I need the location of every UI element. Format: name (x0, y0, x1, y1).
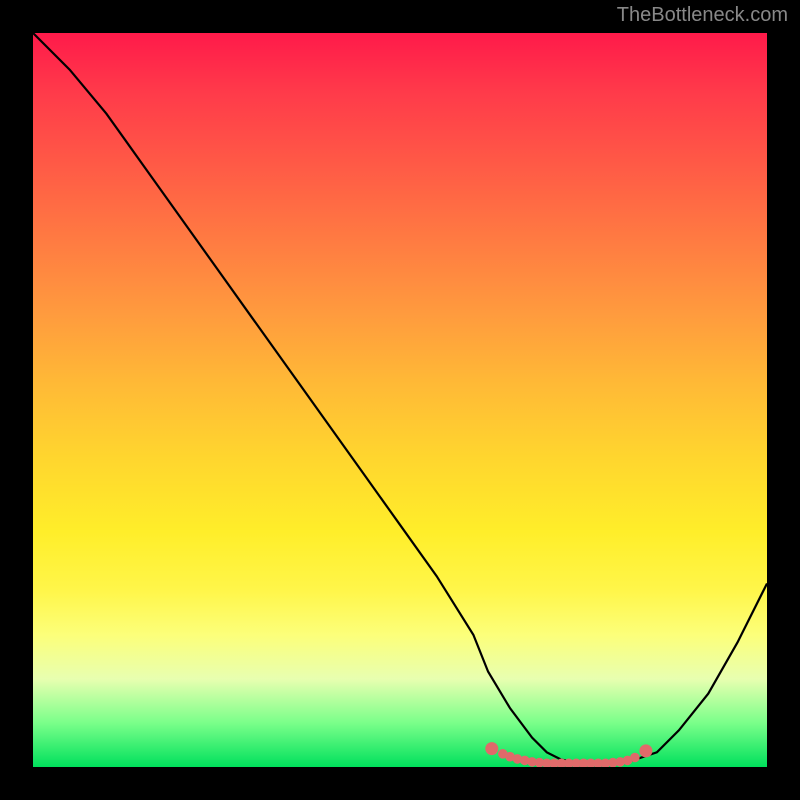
optimal-dot (639, 744, 652, 757)
optimal-dot (485, 742, 498, 755)
attribution-text: TheBottleneck.com (617, 4, 788, 27)
bottleneck-curve (33, 33, 767, 763)
optimal-dot (630, 753, 640, 763)
chart-svg (33, 33, 767, 767)
optimal-dots-group (485, 742, 652, 767)
plot-area (33, 33, 767, 767)
